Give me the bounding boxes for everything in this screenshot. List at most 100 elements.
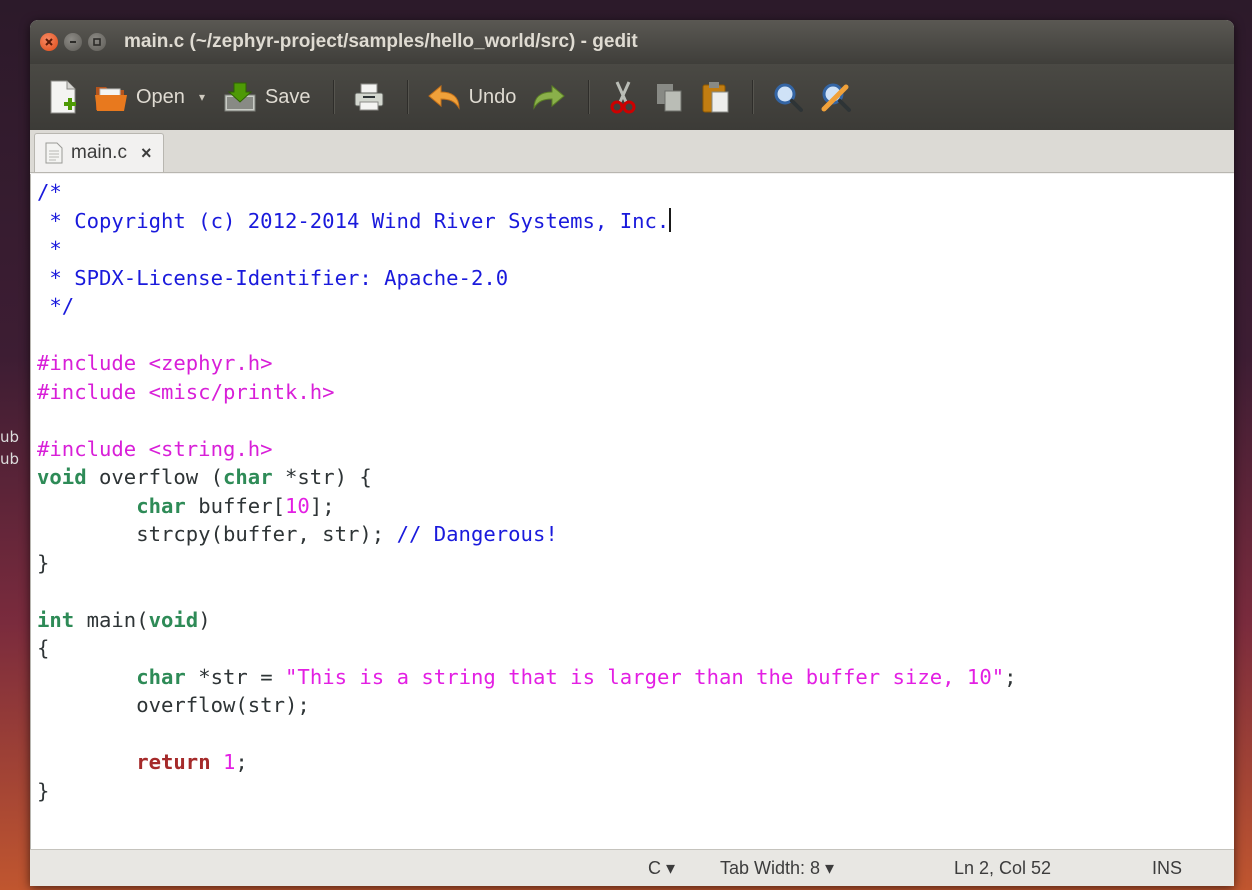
code-line[interactable]: } <box>37 777 1234 806</box>
code-token: * <box>37 237 62 261</box>
copy-icon <box>657 84 682 112</box>
code-token: ; <box>235 750 248 774</box>
code-token: int <box>37 607 75 632</box>
search-icon <box>774 83 804 112</box>
paste-button[interactable] <box>694 73 736 121</box>
code-token: buffer[ <box>185 493 286 518</box>
code-line[interactable] <box>37 577 1234 606</box>
code-line[interactable]: char *str = "This is a string that is la… <box>37 663 1234 692</box>
window-title: main.c (~/zephyr-project/samples/hello_w… <box>124 31 638 52</box>
new-document-button[interactable] <box>42 73 84 121</box>
code-token: #include <misc/printk.h> <box>37 379 335 404</box>
close-window-button[interactable] <box>40 33 58 51</box>
code-token: { <box>37 636 50 660</box>
code-line[interactable]: { <box>37 634 1234 663</box>
code-token: void <box>148 607 199 632</box>
code-token: * SPDX-License-Identifier: Apache-2.0 <box>37 265 509 290</box>
save-label: Save <box>264 85 311 108</box>
undo-label: Undo <box>468 85 517 108</box>
code-line[interactable]: */ <box>37 292 1234 321</box>
undo-arrow-icon <box>427 84 460 110</box>
code-line[interactable]: int main(void) <box>37 606 1234 635</box>
language-selector[interactable]: C ▾ <box>648 858 675 879</box>
code-token: ) <box>198 607 211 632</box>
code-token: 10 <box>285 493 310 518</box>
document-tab-bar: main.c × <box>30 130 1234 173</box>
code-line[interactable]: overflow(str); <box>37 691 1234 720</box>
scissors-icon <box>610 81 636 114</box>
toolbar-separator <box>332 80 335 114</box>
tab-main-c[interactable]: main.c × <box>34 133 165 172</box>
code-token: // Dangerous! <box>396 522 558 546</box>
code-text[interactable]: /* * Copyright (c) 2012-2014 Wind River … <box>31 174 1234 805</box>
find-replace-icon <box>821 83 852 112</box>
code-line[interactable]: void overflow (char *str) { <box>37 463 1234 492</box>
code-token: * Copyright (c) 2012-2014 Wind River Sys… <box>37 208 670 233</box>
code-line[interactable]: return 1; <box>37 748 1234 777</box>
code-token: ; <box>1004 664 1017 689</box>
cut-button[interactable] <box>602 73 644 121</box>
title-bar[interactable]: main.c (~/zephyr-project/samples/hello_w… <box>30 20 1234 64</box>
code-editor[interactable]: /* * Copyright (c) 2012-2014 Wind River … <box>30 174 1234 850</box>
open-folder-icon <box>95 87 127 111</box>
code-line[interactable]: /* <box>37 178 1234 207</box>
desktop-label: ub <box>0 428 20 446</box>
code-line[interactable]: * <box>37 235 1234 264</box>
code-token: "This is a string that is larger than th… <box>285 664 1005 689</box>
code-line[interactable] <box>37 321 1234 350</box>
code-line[interactable]: #include <misc/printk.h> <box>37 378 1234 407</box>
code-line[interactable]: * Copyright (c) 2012-2014 Wind River Sys… <box>37 207 1234 236</box>
find-button[interactable] <box>766 73 810 121</box>
insert-mode-indicator: INS <box>1152 858 1183 878</box>
code-line[interactable]: strcpy(buffer, str); // Dangerous! <box>37 520 1234 549</box>
undo-button[interactable]: Undo <box>421 73 523 121</box>
code-line[interactable] <box>37 406 1234 435</box>
text-cursor <box>669 207 672 232</box>
print-button[interactable] <box>347 73 391 121</box>
code-token: return <box>136 750 211 774</box>
code-token: main( <box>74 607 149 632</box>
find-replace-button[interactable] <box>814 73 858 121</box>
paste-clipboard-icon <box>702 82 729 113</box>
code-line[interactable]: #include <zephyr.h> <box>37 349 1234 378</box>
code-token: */ <box>37 294 75 318</box>
redo-arrow-icon <box>533 84 566 110</box>
code-line[interactable]: #include <string.h> <box>37 435 1234 464</box>
maximize-window-button[interactable] <box>88 33 106 51</box>
copy-button[interactable] <box>648 73 690 121</box>
open-button[interactable]: Open <box>88 73 191 121</box>
code-token: ]; <box>309 493 335 518</box>
status-bar: C ▾ Tab Width: 8 ▾ Ln 2, Col 52 INS <box>30 849 1234 886</box>
code-token: #include <zephyr.h> <box>37 351 273 375</box>
toolbar-separator <box>406 80 409 114</box>
open-recent-dropdown[interactable]: ▾ <box>199 90 205 104</box>
gedit-window: main.c (~/zephyr-project/samples/hello_w… <box>30 20 1234 886</box>
code-line[interactable] <box>37 720 1234 749</box>
code-token: } <box>37 550 50 575</box>
text-file-icon <box>45 142 63 164</box>
code-line[interactable]: } <box>37 549 1234 578</box>
toolbar: Open ▾ Save Undo <box>30 64 1234 130</box>
code-token: strcpy(buffer, str); <box>37 522 397 546</box>
code-token: overflow ( <box>86 465 223 489</box>
code-token: void <box>37 465 87 489</box>
cursor-position: Ln 2, Col 52 <box>954 858 1052 878</box>
toolbar-separator <box>752 80 755 114</box>
tab-width-selector[interactable]: Tab Width: 8 ▾ <box>720 858 834 879</box>
save-button[interactable]: Save <box>217 73 317 121</box>
code-token: char <box>223 465 273 489</box>
redo-button[interactable] <box>526 73 572 121</box>
code-token: overflow(str); <box>37 693 310 717</box>
code-token: 1 <box>223 750 236 774</box>
code-line[interactable]: char buffer[10]; <box>37 492 1234 521</box>
tab-close-icon[interactable]: × <box>141 143 152 164</box>
code-token: *str = <box>185 664 286 689</box>
code-line[interactable]: * SPDX-License-Identifier: Apache-2.0 <box>37 264 1234 293</box>
save-icon <box>224 82 256 112</box>
code-token: } <box>37 778 50 803</box>
tab-label: main.c <box>71 142 127 163</box>
minimize-window-button[interactable] <box>64 33 82 51</box>
code-token: /* <box>37 180 62 204</box>
